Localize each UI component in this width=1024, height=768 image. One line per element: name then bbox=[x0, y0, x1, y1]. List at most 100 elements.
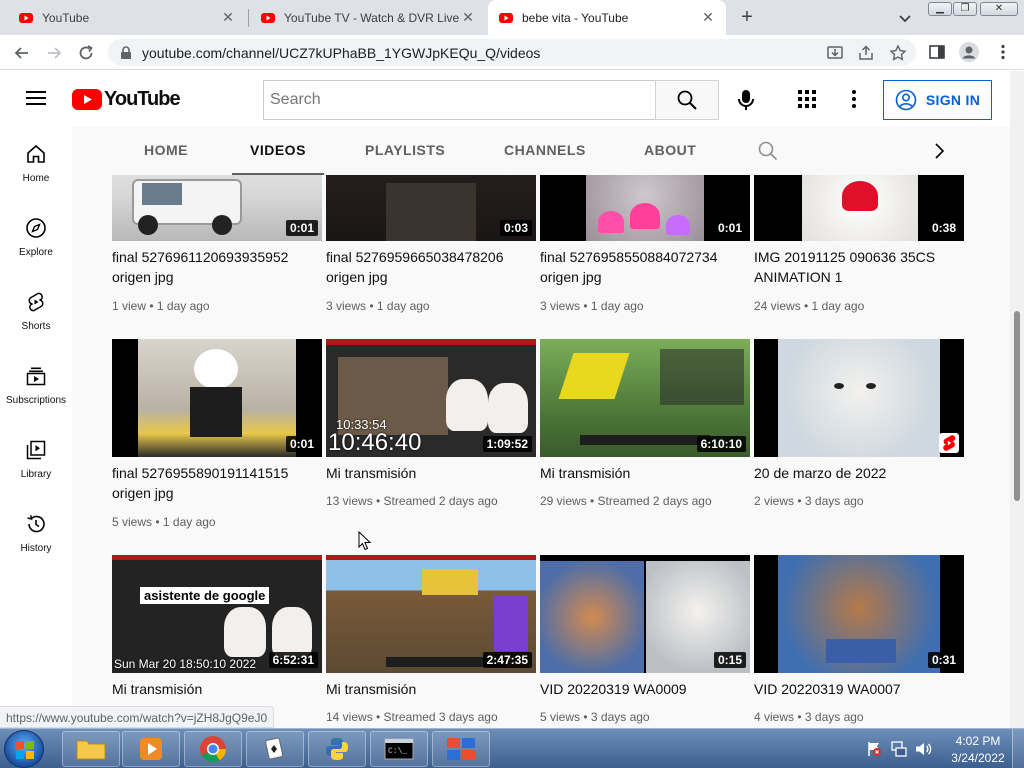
page-scrollbar[interactable] bbox=[1010, 71, 1024, 728]
clock-time[interactable]: 4:02 PM bbox=[948, 734, 1008, 748]
video-meta: 4 views • 3 days ago bbox=[754, 710, 864, 724]
browser-menu-icon[interactable] bbox=[994, 43, 1012, 61]
video-title[interactable]: VID 20220319 WA0007 bbox=[754, 679, 959, 699]
taskbar-command-prompt[interactable]: C:\_ bbox=[370, 731, 428, 767]
install-app-icon[interactable] bbox=[826, 44, 844, 62]
tab-close-icon[interactable]: ✕ bbox=[460, 9, 476, 26]
taskbar-media-player[interactable] bbox=[122, 731, 180, 767]
tab-title: YouTube TV - Watch & DVR Live bbox=[284, 10, 460, 25]
guide-item-subscriptions[interactable]: Subscriptions bbox=[0, 349, 72, 419]
video-thumbnail[interactable]: 0:15 bbox=[540, 555, 750, 673]
guide-item-library[interactable]: Library bbox=[0, 423, 72, 493]
forward-arrow-icon[interactable] bbox=[44, 43, 64, 63]
video-title[interactable]: Mi transmisión bbox=[112, 679, 317, 699]
video-title[interactable]: 20 de marzo de 2022 bbox=[754, 463, 959, 483]
video-title[interactable]: Mi transmisión bbox=[326, 463, 531, 483]
video-title[interactable]: Mi transmisión bbox=[540, 463, 745, 483]
python-icon bbox=[326, 738, 348, 760]
guide-item-home[interactable]: Home bbox=[0, 127, 72, 197]
tab-playlists[interactable]: PLAYLISTS bbox=[365, 127, 445, 175]
browser-tab-bebe-vita[interactable]: bebe vita - YouTube ✕ bbox=[488, 0, 726, 35]
account-circle-icon bbox=[895, 89, 917, 111]
tab-close-icon[interactable]: ✕ bbox=[700, 9, 716, 26]
tab-title: YouTube bbox=[42, 10, 90, 25]
scrollbar-thumb[interactable] bbox=[1014, 311, 1020, 501]
browser-tab-strip: YouTube ✕ YouTube TV - Watch & DVR Live … bbox=[0, 0, 1024, 35]
profile-avatar-icon[interactable] bbox=[959, 42, 979, 62]
action-center-flag-icon[interactable] bbox=[866, 741, 882, 757]
show-desktop-button[interactable] bbox=[1012, 729, 1024, 768]
youtube-favicon-icon bbox=[261, 12, 275, 23]
video-title[interactable]: Mi transmisión bbox=[326, 679, 531, 699]
hamburger-menu-icon[interactable] bbox=[26, 89, 46, 107]
video-thumbnail[interactable]: 0:31 bbox=[754, 555, 964, 673]
video-thumbnail[interactable]: 10:33:54 10:46:40 1:09:52 bbox=[326, 339, 536, 457]
video-title[interactable]: final 5276958550884072734 origen jpg bbox=[540, 247, 745, 287]
video-title[interactable]: IMG 20191125 090636 35CS ANIMATION 1 bbox=[754, 247, 959, 287]
video-thumbnail[interactable]: 2:47:35 bbox=[326, 555, 536, 673]
search-button[interactable] bbox=[655, 80, 719, 120]
back-arrow-icon[interactable] bbox=[12, 43, 32, 63]
tab-about[interactable]: ABOUT bbox=[644, 127, 696, 175]
channel-search-icon[interactable] bbox=[758, 141, 778, 161]
video-thumbnail[interactable] bbox=[754, 339, 964, 457]
url-text: youtube.com/channel/UCZ7kUPhaBB_1YGWJpKE… bbox=[142, 45, 541, 61]
search-box[interactable] bbox=[263, 80, 656, 120]
video-thumbnail[interactable]: 0:01 bbox=[112, 339, 322, 457]
video-title[interactable]: VID 20220319 WA0009 bbox=[540, 679, 745, 699]
browser-tab-youtube-tv[interactable]: YouTube TV - Watch & DVR Live ✕ bbox=[250, 0, 486, 35]
tab-close-icon[interactable]: ✕ bbox=[220, 9, 236, 26]
video-duration: 0:03 bbox=[499, 220, 532, 236]
taskbar-file-explorer[interactable] bbox=[62, 731, 120, 767]
video-title[interactable]: final 5276961120693935952 origen jpg bbox=[112, 247, 317, 287]
start-button[interactable] bbox=[4, 730, 44, 768]
network-icon[interactable] bbox=[890, 741, 908, 757]
video-thumbnail[interactable]: 0:01 bbox=[112, 175, 322, 241]
guide-item-label: Library bbox=[20, 469, 52, 480]
video-thumbnail[interactable]: 0:38 bbox=[754, 175, 964, 241]
video-title[interactable]: final 5276955890191141515 origen jpg bbox=[112, 463, 317, 503]
video-meta: 5 views • 3 days ago bbox=[540, 710, 650, 724]
guide-item-shorts[interactable]: Shorts bbox=[0, 275, 72, 345]
share-icon[interactable] bbox=[857, 44, 875, 62]
microphone-icon[interactable] bbox=[733, 87, 759, 113]
tab-channels[interactable]: CHANNELS bbox=[504, 127, 586, 175]
apps-grid-icon[interactable] bbox=[797, 89, 817, 109]
video-title[interactable]: final 5276959665038478206 origen jpg bbox=[326, 247, 531, 287]
video-thumbnail[interactable]: 6:10:10 bbox=[540, 339, 750, 457]
youtube-logo[interactable]: YouTube bbox=[72, 88, 181, 111]
new-tab-button[interactable]: + bbox=[737, 7, 757, 28]
maximize-button[interactable]: ❐ bbox=[953, 2, 977, 16]
side-panel-icon[interactable] bbox=[928, 43, 946, 61]
minimize-button[interactable]: ▁ bbox=[928, 2, 952, 16]
video-meta: 5 views • 1 day ago bbox=[112, 515, 216, 529]
volume-icon[interactable] bbox=[914, 741, 932, 757]
taskbar-solitaire[interactable] bbox=[246, 731, 304, 767]
youtube-play-logo-icon bbox=[72, 89, 102, 110]
video-thumbnail[interactable]: asistente de google Sun Mar 20 18:50:10 … bbox=[112, 555, 322, 673]
sign-in-button[interactable]: SIGN IN bbox=[883, 80, 992, 120]
bookmark-star-icon[interactable] bbox=[889, 44, 907, 62]
browser-toolbar: youtube.com/channel/UCZ7kUPhaBB_1YGWJpKE… bbox=[0, 35, 1024, 70]
compass-icon bbox=[26, 218, 46, 238]
tab-videos[interactable]: VIDEOS bbox=[232, 127, 324, 175]
taskbar-windows-app[interactable] bbox=[432, 731, 490, 767]
reload-icon[interactable] bbox=[76, 43, 96, 63]
video-thumbnail[interactable]: 0:01 bbox=[540, 175, 750, 241]
more-options-icon[interactable] bbox=[846, 89, 862, 109]
browser-tab-youtube[interactable]: YouTube ✕ bbox=[8, 0, 246, 35]
taskbar-python[interactable] bbox=[308, 731, 366, 767]
tab-home[interactable]: HOME bbox=[144, 127, 188, 175]
shorts-badge-icon bbox=[939, 433, 959, 453]
taskbar-chrome[interactable] bbox=[184, 731, 242, 767]
address-bar[interactable]: youtube.com/channel/UCZ7kUPhaBB_1YGWJpKE… bbox=[108, 39, 916, 66]
search-input[interactable] bbox=[270, 89, 650, 111]
chevron-down-icon[interactable] bbox=[896, 9, 914, 27]
guide-item-explore[interactable]: Explore bbox=[0, 201, 72, 271]
guide-item-history[interactable]: History bbox=[0, 497, 72, 567]
windows-taskbar: C:\_ 4:02 PM 3/24/2022 bbox=[0, 728, 1024, 768]
video-thumbnail[interactable]: 0:03 bbox=[326, 175, 536, 241]
clock-date[interactable]: 3/24/2022 bbox=[948, 751, 1008, 765]
chevron-right-icon[interactable] bbox=[932, 142, 946, 160]
close-window-button[interactable]: ✕ bbox=[980, 2, 1018, 16]
